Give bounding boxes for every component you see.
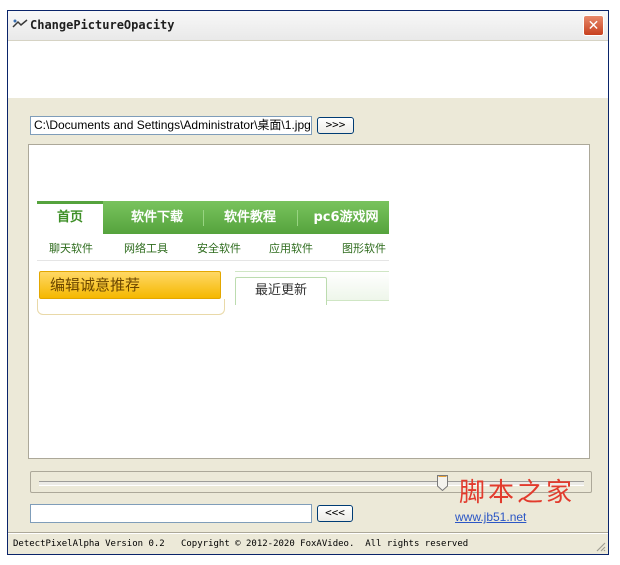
image-preview: 首页 软件下载 软件教程 pc6游戏网 聊天软件 网络工具 安全软件 应用软件 … xyxy=(28,144,590,459)
preview-subnav-item: 聊天软件 xyxy=(49,242,93,255)
close-button[interactable]: ✕ xyxy=(583,15,604,36)
nav-separator xyxy=(297,210,298,226)
preview-subnav-item: 网络工具 xyxy=(124,242,168,255)
nav-separator xyxy=(203,210,204,226)
slider-thumb[interactable] xyxy=(436,475,448,491)
load-image-button[interactable]: >>> xyxy=(317,117,354,134)
file-path-input[interactable]: C:\Documents and Settings\Administrator\… xyxy=(30,116,312,135)
divider xyxy=(37,260,389,261)
preview-tab-downloads: 软件下载 xyxy=(130,210,183,225)
preview-subnav-item: 应用软件 xyxy=(269,242,313,255)
header-panel xyxy=(8,41,608,98)
status-bar-text: DetectPixelAlpha Version 0.2 Copyright ©… xyxy=(13,539,469,549)
watermark-url: www.jb51.net xyxy=(455,510,527,524)
recommend-panel-body xyxy=(37,299,225,315)
app-icon xyxy=(12,19,28,28)
preview-subnav-item: 安全软件 xyxy=(197,242,241,255)
recent-tab: 最近更新 xyxy=(235,277,327,305)
preview-nav-bar: 首页 软件下载 软件教程 pc6游戏网 xyxy=(37,201,389,234)
status-divider xyxy=(8,532,608,534)
app-window: ChangePictureOpacity ✕ C:\Documents and … xyxy=(7,10,609,555)
resize-grip-icon[interactable] xyxy=(594,540,606,552)
output-text-input[interactable] xyxy=(30,504,312,523)
preview-tab-games: pc6游戏网 xyxy=(313,210,379,225)
preview-subnav-item: 图形软件 xyxy=(342,242,386,255)
close-icon: ✕ xyxy=(587,17,600,34)
back-button[interactable]: <<< xyxy=(317,505,353,522)
watermark: 脚本之家 www.jb51.net xyxy=(455,478,605,528)
watermark-title: 脚本之家 xyxy=(459,478,576,508)
preview-tab-tutorials: 软件教程 xyxy=(223,210,276,225)
title-bar[interactable]: ChangePictureOpacity ✕ xyxy=(8,11,608,41)
preview-tab-home: 首页 xyxy=(37,201,103,234)
recommend-header: 编辑诚意推荐 xyxy=(39,271,221,299)
window-title: ChangePictureOpacity xyxy=(30,18,175,32)
